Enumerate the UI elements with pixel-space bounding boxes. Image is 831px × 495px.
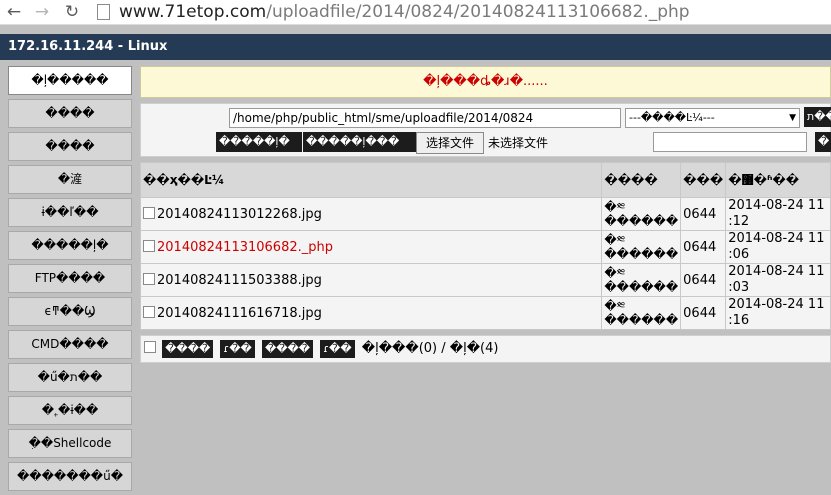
header-name[interactable]: ��ҳ��Ŀ¼ <box>139 162 603 198</box>
file-date: 2014-08-24 11 <box>728 297 825 312</box>
table-row: 20140824113106682._php �༭ ������ 0644 20… <box>139 230 831 264</box>
file-table: ��ҳ��Ŀ¼ ���� ��� �޸�ʱ�� 2014082411301226… <box>139 162 831 330</box>
sidebar-item-file-manager[interactable]: �ļ����� <box>8 66 132 95</box>
file-link[interactable]: 20140824113106682._php <box>157 240 333 255</box>
file-time: :12 <box>728 214 750 229</box>
file-permission[interactable]: 0644 <box>680 263 727 297</box>
bulk-action-button-3[interactable]: ���� <box>261 340 314 358</box>
file-time: :16 <box>728 313 750 328</box>
file-count-summary: �ļ���(0) / �ļ�(4) <box>361 341 499 356</box>
sidebar-item-13[interactable]: �������ű� <box>8 462 132 491</box>
row-checkbox[interactable] <box>143 305 155 318</box>
file-time: :06 <box>728 247 750 262</box>
go-button[interactable]: ת�� <box>804 107 831 127</box>
file-link[interactable]: 20140824111503388.jpg <box>157 273 322 288</box>
sidebar-item-2[interactable]: ���� <box>8 99 132 128</box>
upload-name-input[interactable] <box>653 132 807 152</box>
sidebar-item-ftp[interactable]: FTP���� <box>8 264 132 293</box>
main-content: �ļ���ȡ�ɹ�...... ---����Ŀ¼--- ▼ ת�� �����… <box>139 66 831 363</box>
file-link[interactable]: 20140824111616718.jpg <box>157 306 322 321</box>
sidebar-item-script[interactable]: �ű�ת�� <box>8 363 132 392</box>
file-toolbar: ---����Ŀ¼--- ▼ ת�� �����ļ� �����ļ��� 选择文… <box>140 103 831 157</box>
file-name-cell: 20140824113106682._php <box>139 230 603 264</box>
chevron-down-icon: ▼ <box>789 113 796 123</box>
sidebar-item-scan[interactable]: ɨ��ľ�� <box>8 198 132 227</box>
directory-select[interactable]: ---����Ŀ¼--- ▼ <box>625 108 800 128</box>
no-file-chosen-label: 未选择文件 <box>488 136 549 150</box>
new-folder-button[interactable]: �����ļ��� <box>303 132 417 152</box>
upload-button[interactable]: � <box>815 132 831 152</box>
file-modified: 2014-08-24 11:16 <box>725 296 831 330</box>
header-modified: �޸�ʱ�� <box>725 162 831 198</box>
bulk-action-button-1[interactable]: ���� <box>162 340 214 358</box>
status-notice: �ļ���ȡ�ɹ�...... <box>140 66 831 98</box>
file-link[interactable]: 20140824113012268.jpg <box>157 207 322 222</box>
select-all-checkbox[interactable] <box>144 341 156 353</box>
page-title-bar: 172.16.11.244 - Linux <box>0 34 831 60</box>
sidebar-item-replace[interactable]: �滻 <box>8 165 132 194</box>
row-checkbox[interactable] <box>143 272 155 285</box>
directory-select-value: ---����Ŀ¼--- <box>629 111 715 124</box>
table-row: 20140824111616718.jpg �༭ ������ 0644 201… <box>139 296 831 330</box>
reload-icon[interactable]: ↻ <box>62 2 82 22</box>
table-header-row: ��ҳ��Ŀ¼ ���� ��� �޸�ʱ�� <box>139 162 831 198</box>
file-date: 2014-08-24 11 <box>728 264 825 279</box>
sidebar: �ļ����� ���� ���� �滻 ɨ��ľ�� �����ļ� FTP�… <box>8 66 132 495</box>
sidebar-item-cmd[interactable]: CMD���� <box>8 330 132 359</box>
file-name-cell: 20140824113012268.jpg <box>139 197 603 231</box>
forward-arrow-icon[interactable]: → <box>32 2 52 22</box>
table-row: 20140824113012268.jpg �༭ ������ 0644 201… <box>139 197 831 231</box>
file-permission[interactable]: 0644 <box>680 230 727 264</box>
browser-toolbar: ← → ↻ www.71etop.com/uploadfile/2014/082… <box>0 0 831 25</box>
file-date: 2014-08-24 11 <box>728 198 825 213</box>
back-arrow-icon[interactable]: ← <box>4 2 24 22</box>
file-name-cell: 20140824111616718.jpg <box>139 296 603 330</box>
file-permission[interactable]: 0644 <box>680 296 727 330</box>
file-modified: 2014-08-24 11:12 <box>725 197 831 231</box>
header-actions: ���� <box>601 162 682 198</box>
choose-file-button[interactable]: 选择文件 <box>416 132 484 154</box>
sidebar-item-3[interactable]: ���� <box>8 132 132 161</box>
sidebar-item-system-info[interactable]: ϵͳ��Ϣ <box>8 297 132 326</box>
file-actions[interactable]: �༭ ������ <box>601 197 682 231</box>
file-time: :03 <box>728 280 750 295</box>
page-icon <box>97 4 110 20</box>
file-actions[interactable]: �༭ ������ <box>601 230 682 264</box>
file-modified: 2014-08-24 11:03 <box>725 263 831 297</box>
file-date: 2014-08-24 11 <box>728 231 825 246</box>
sidebar-item-port-scan[interactable]: �˿�ɨ�� <box>8 396 132 425</box>
address-bar[interactable]: www.71etop.com/uploadfile/2014/0824/2014… <box>119 1 690 23</box>
row-checkbox[interactable] <box>143 239 155 252</box>
file-permission[interactable]: 0644 <box>680 197 727 231</box>
url-path: /uploadfile/2014/0824/20140824113106682.… <box>266 2 690 22</box>
url-host: www.71etop.com <box>119 2 267 22</box>
sidebar-item-6[interactable]: �����ļ� <box>8 231 132 260</box>
new-file-button[interactable]: �����ļ� <box>216 132 302 152</box>
row-checkbox[interactable] <box>143 206 155 219</box>
page-title: 172.16.11.244 - Linux <box>8 39 168 54</box>
file-name-cell: 20140824111503388.jpg <box>139 263 603 297</box>
bulk-action-button-4[interactable]: ɾ�� <box>320 340 355 358</box>
header-permissions: ��� <box>680 162 727 198</box>
bulk-action-button-2[interactable]: ɾ�� <box>220 340 255 358</box>
bulk-actions-bar: ���� ɾ�� ���� ɾ�� �ļ���(0) / �ļ�(4) <box>140 335 831 363</box>
sidebar-item-shellcode[interactable]: ִ��Shellcode <box>8 429 132 458</box>
table-row: 20140824111503388.jpg �༭ ������ 0644 201… <box>139 263 831 297</box>
path-input[interactable] <box>229 108 621 128</box>
file-actions[interactable]: �༭ ������ <box>601 296 682 330</box>
file-modified: 2014-08-24 11:06 <box>725 230 831 264</box>
file-actions[interactable]: �༭ ������ <box>601 263 682 297</box>
